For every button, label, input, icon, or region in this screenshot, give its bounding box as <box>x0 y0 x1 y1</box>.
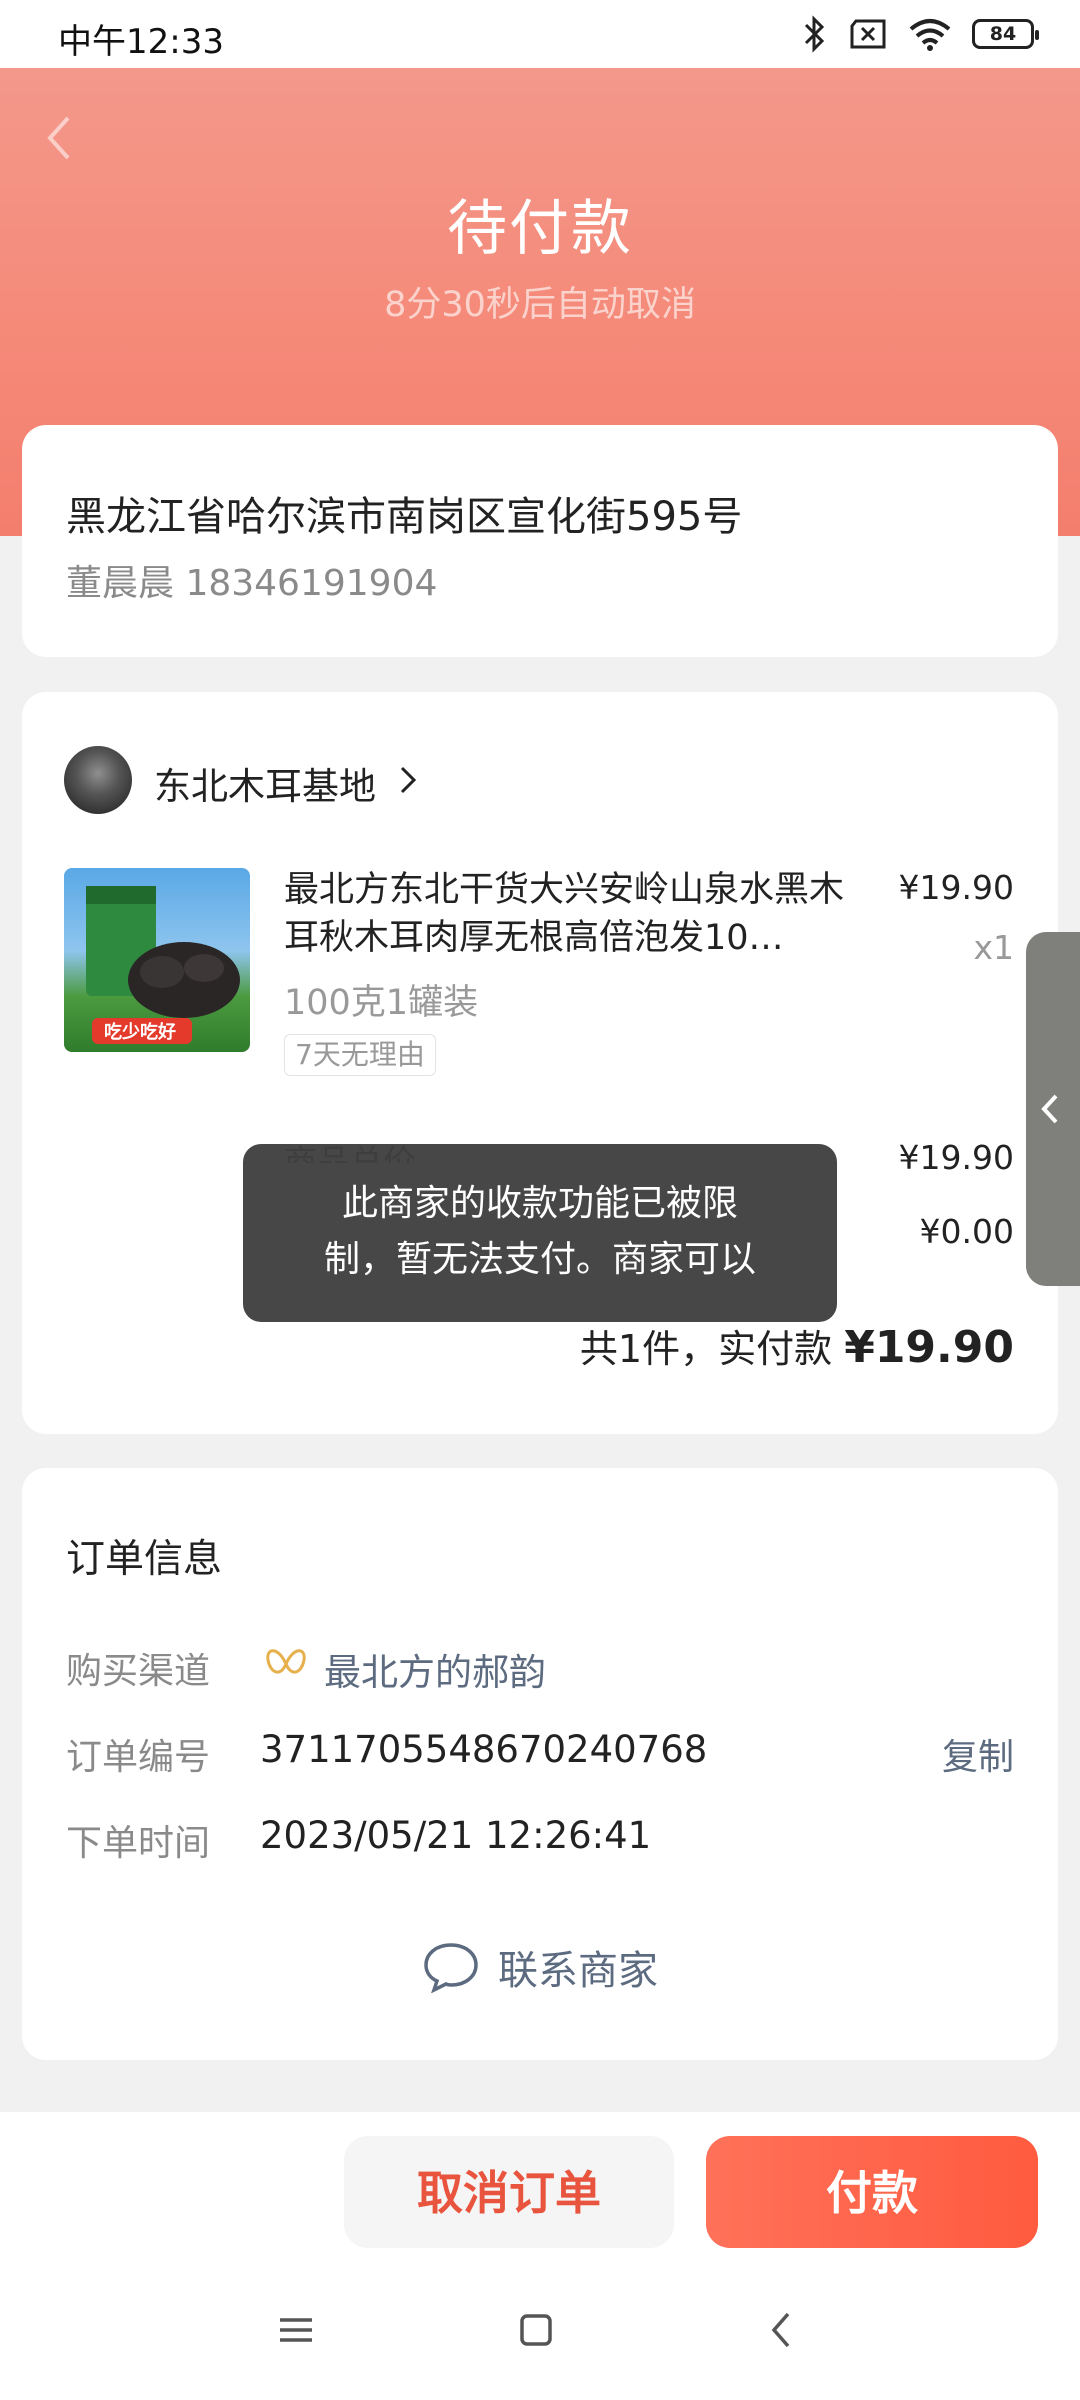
order-number-label: 订单编号 <box>66 1737 211 1778</box>
order-time-value: 2023/05/21 12:26:41 <box>260 1814 652 1857</box>
order-info-title: 订单信息 <box>66 1537 223 1582</box>
bluetooth-icon <box>804 15 825 53</box>
copy-button[interactable]: 复制 <box>942 1728 1014 1780</box>
butterfly-icon <box>266 1649 306 1674</box>
payment-restricted-toast: 此商家的收款功能已被限 制，暂无法支付。商家可以 <box>243 1144 837 1322</box>
status-icons: 84 <box>802 14 1039 54</box>
battery-level: 84 <box>989 23 1017 45</box>
side-panel-handle[interactable] <box>1026 932 1080 1286</box>
channel-value[interactable]: 最北方的郝韵 <box>324 1642 546 1696</box>
shipping-value: ¥0.00 <box>919 1212 1014 1251</box>
battery-icon: 84 <box>972 19 1039 49</box>
chat-bubble-icon <box>424 1943 478 1993</box>
product-spec: 100克1罐装 <box>284 983 479 1023</box>
home-icon[interactable] <box>506 2300 566 2360</box>
product-image[interactable]: 吃少吃好 <box>64 868 250 1052</box>
channel-label: 购买渠道 <box>66 1651 211 1692</box>
pay-button[interactable]: 付款 <box>706 2136 1038 2248</box>
order-time-label: 下单时间 <box>66 1823 211 1864</box>
shop-avatar[interactable] <box>64 746 132 814</box>
product-price: ¥19.90 <box>898 868 1014 907</box>
back-icon[interactable] <box>38 108 82 168</box>
address-line: 黑龙江省哈尔滨市南岗区宣化街595号 <box>66 494 743 540</box>
address-contact: 董晨晨 18346191904 <box>66 563 438 604</box>
chevron-left-icon <box>1041 1094 1058 1124</box>
total-prefix: 共1件，实付款 <box>579 1327 833 1371</box>
wifi-icon <box>909 19 951 51</box>
return-policy-tag: 7天无理由 <box>284 1034 436 1076</box>
toast-line-2: 制，暂无法支付。商家可以 <box>323 1239 756 1280</box>
subtotal-value: ¥19.90 <box>898 1138 1014 1177</box>
product-image-caption: 吃少吃好 <box>104 1022 176 1043</box>
toast-line-1: 此商家的收款功能已被限 <box>341 1183 738 1224</box>
total-row: 共1件，实付款 ¥19.90 <box>580 1318 1014 1373</box>
auto-cancel-countdown: 8分30秒后自动取消 <box>384 285 696 325</box>
contact-merchant-label: 联系商家 <box>498 1948 658 1994</box>
cancel-order-button[interactable]: 取消订单 <box>344 2136 674 2248</box>
status-time: 中午12:33 <box>58 22 224 62</box>
chevron-right-icon[interactable] <box>398 762 418 798</box>
menu-icon[interactable] <box>266 2300 326 2360</box>
product-quantity: x1 <box>973 928 1014 967</box>
order-number-value: 3711705548670240768 <box>260 1728 708 1771</box>
back-nav-icon[interactable] <box>752 2300 812 2360</box>
shop-name[interactable]: 东北木耳基地 <box>154 756 376 810</box>
no-sim-icon <box>850 19 886 49</box>
total-amount: ¥19.90 <box>844 1322 1014 1373</box>
product-title[interactable]: 最北方东北干货大兴安岭山泉水黑木耳秋木耳肉厚无根高倍泡发10… <box>284 866 876 962</box>
contact-merchant-button[interactable]: 联系商家 <box>0 1932 1080 2002</box>
page-title: 待付款 <box>447 194 633 264</box>
